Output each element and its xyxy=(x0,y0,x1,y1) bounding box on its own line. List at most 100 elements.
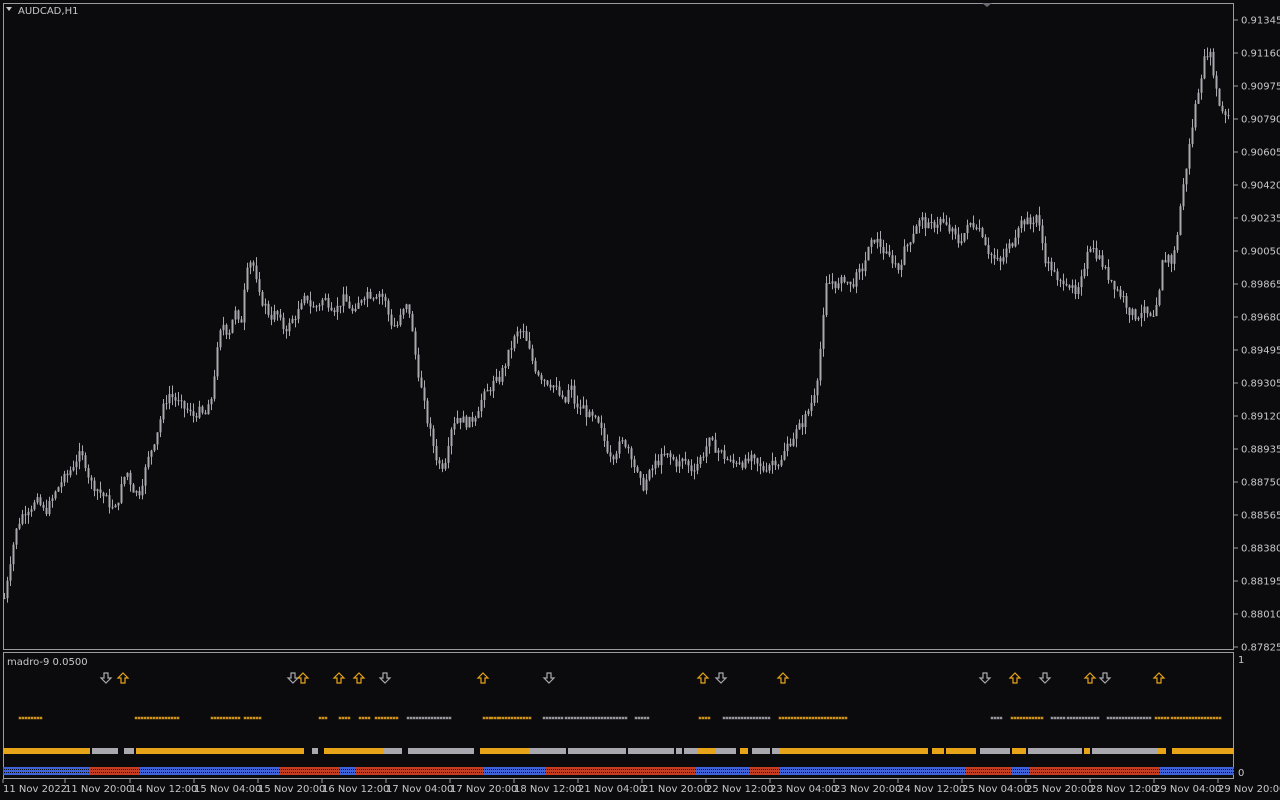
band-dot xyxy=(769,769,770,770)
band-dot xyxy=(671,769,672,770)
candle-body xyxy=(294,318,297,320)
band-dot xyxy=(779,772,780,773)
band-dot xyxy=(673,772,674,773)
band-dot xyxy=(527,772,528,773)
band-dot xyxy=(571,769,572,770)
band-dot xyxy=(249,769,250,770)
candle-body xyxy=(1209,51,1212,58)
band-dot xyxy=(1189,772,1190,773)
band-dot xyxy=(62,769,63,770)
candle-body xyxy=(135,491,138,493)
band-dot xyxy=(775,772,776,773)
band-dot xyxy=(219,769,220,770)
band-dot xyxy=(871,769,872,770)
band-dot xyxy=(20,769,21,770)
candle-body xyxy=(924,217,927,229)
band-dot xyxy=(1041,769,1042,770)
candle-body xyxy=(333,310,336,313)
candle-body xyxy=(261,291,264,306)
band-dot xyxy=(809,769,810,770)
band-dot xyxy=(639,769,640,770)
band-dot xyxy=(897,772,898,773)
band-dot xyxy=(127,772,128,773)
band-dot xyxy=(95,772,96,773)
candle-body xyxy=(921,217,924,221)
band-dot xyxy=(1065,769,1066,770)
band-dot xyxy=(777,772,778,773)
band-dot xyxy=(981,772,982,773)
band-dot xyxy=(887,772,888,773)
band-dot xyxy=(419,772,420,773)
candle-body xyxy=(396,324,399,326)
band-dot xyxy=(991,772,992,773)
band-dot xyxy=(1149,772,1150,773)
band-dot xyxy=(115,769,116,770)
candle-body xyxy=(1119,289,1122,297)
band-dot xyxy=(28,769,29,770)
band-dot xyxy=(623,772,624,773)
band-segment xyxy=(92,748,118,754)
band-dot xyxy=(733,769,734,770)
band-dot xyxy=(113,772,114,773)
band-dot xyxy=(353,772,354,773)
band-dot xyxy=(561,769,562,770)
band-dot xyxy=(459,769,460,770)
band-dot xyxy=(849,772,850,773)
band-dot xyxy=(837,772,838,773)
band-dot xyxy=(1151,769,1152,770)
band-dot xyxy=(443,769,444,770)
band-segment xyxy=(780,767,966,775)
candle-body xyxy=(231,319,234,333)
band-dot xyxy=(271,769,272,770)
band-dot xyxy=(523,772,524,773)
candle-body xyxy=(1194,103,1197,128)
candle-body xyxy=(735,463,738,465)
band-dot xyxy=(795,772,796,773)
band-dot xyxy=(967,769,968,770)
band-dot xyxy=(629,769,630,770)
band-dot xyxy=(767,772,768,773)
candle-body xyxy=(723,450,726,459)
y-tick-label: 0.87825 xyxy=(1241,643,1280,654)
band-dot xyxy=(695,769,696,770)
band-dot xyxy=(1133,772,1134,773)
band-dot xyxy=(607,769,608,770)
band-dot xyxy=(861,772,862,773)
band-dot xyxy=(199,772,200,773)
band-dot xyxy=(129,769,130,770)
band-dot xyxy=(933,769,934,770)
band-dot xyxy=(509,772,510,773)
y-tick-label: 0.90975 xyxy=(1241,82,1280,93)
trading-chart[interactable]: AUDCAD,H1 madro-9 0.0500 1 0 0.913450.91… xyxy=(0,0,1280,800)
band-dot xyxy=(1135,769,1136,770)
band-dot xyxy=(395,769,396,770)
band-dot xyxy=(179,769,180,770)
candle-body xyxy=(42,504,45,508)
band-dot xyxy=(579,769,580,770)
candle-body xyxy=(126,472,129,477)
candle-body xyxy=(1020,220,1023,229)
band-dot xyxy=(475,772,476,773)
band-dot xyxy=(601,769,602,770)
band-dot xyxy=(467,772,468,773)
band-dot xyxy=(253,772,254,773)
candle-body xyxy=(516,331,519,337)
band-dot xyxy=(855,772,856,773)
candle-body xyxy=(633,459,636,468)
y-tick-label: 0.90420 xyxy=(1241,181,1280,192)
band-dot xyxy=(30,772,31,773)
band-dot xyxy=(619,769,620,770)
band-dot xyxy=(553,769,554,770)
band-dot xyxy=(413,769,414,770)
band-segment xyxy=(1012,767,1030,775)
band-dot xyxy=(933,772,934,773)
band-dot xyxy=(503,769,504,770)
band-dot xyxy=(14,769,15,770)
band-dot xyxy=(145,769,146,770)
band-dot xyxy=(141,769,142,770)
band-dot xyxy=(829,772,830,773)
band-dot xyxy=(945,772,946,773)
band-dot xyxy=(433,772,434,773)
band-dot xyxy=(487,769,488,770)
band-dot xyxy=(549,772,550,773)
